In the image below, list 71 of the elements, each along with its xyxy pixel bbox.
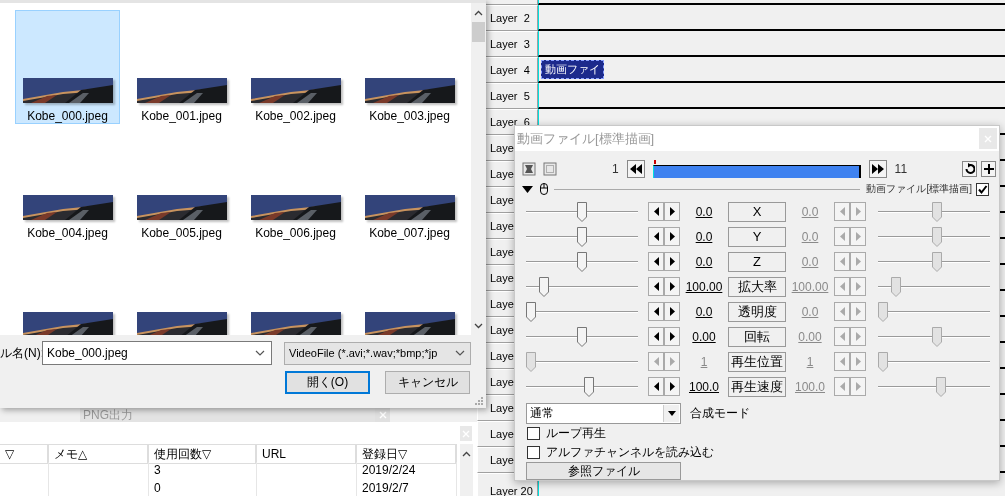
reference-file-button[interactable]: 参照ファイル xyxy=(526,462,681,480)
table-cell: 3 xyxy=(149,462,257,480)
layer-label: Layer 4 xyxy=(490,64,530,76)
filename-field[interactable]: Kobe_000.jpeg xyxy=(42,341,272,365)
column-header[interactable]: メモ△ xyxy=(49,444,149,464)
value-link[interactable]: 0.0 xyxy=(680,304,728,319)
file-name: Kobe_006.jpeg xyxy=(255,226,336,240)
column-header[interactable]: 使用回数▽ xyxy=(149,444,257,464)
layer-label: Laye xyxy=(490,246,514,258)
file-item[interactable]: Kobe_004.jpeg xyxy=(15,127,120,241)
parameter-button[interactable]: 再生速度 xyxy=(728,376,786,397)
layer-label: Laye xyxy=(490,194,514,206)
cancel-button[interactable]: キャンセル xyxy=(385,371,470,394)
layer-label: Laye xyxy=(490,220,514,232)
value-link[interactable]: 0.00 xyxy=(680,329,728,344)
parameter-button[interactable]: 回転 xyxy=(728,326,786,347)
checkbox-label: アルファチャンネルを読み込む xyxy=(546,444,714,461)
file-type-dropdown[interactable]: VideoFile (*.avi;*.wav;*bmp;*jp xyxy=(284,341,471,365)
layer-label: Laye xyxy=(490,324,514,336)
file-name: Kobe_000.jpeg xyxy=(27,109,108,123)
file-item[interactable]: Kobe_006.jpeg xyxy=(243,127,348,241)
parameter-button[interactable]: 再生位置 xyxy=(728,351,786,372)
layer-label: Laye xyxy=(490,376,514,388)
value-link[interactable]: 0.0 xyxy=(680,204,728,219)
end-frame: 11 xyxy=(894,161,908,176)
file-name: Kobe_007.jpeg xyxy=(369,226,450,240)
layer-label: Laye xyxy=(490,428,514,440)
file-name: Kobe_005.jpeg xyxy=(141,226,222,240)
start-frame: 1 xyxy=(611,161,619,176)
file-item[interactable]: Kobe_005.jpeg xyxy=(129,127,234,241)
column-header[interactable]: 登録日▽ xyxy=(357,444,457,464)
layer-label: Layer 3 xyxy=(490,38,530,50)
table-cell: 0 xyxy=(149,480,257,496)
column-header[interactable]: URL xyxy=(257,444,357,464)
field-label: ル名(N): xyxy=(0,344,40,362)
field-label: 合成モード xyxy=(690,405,750,422)
value-link[interactable]: 100.0 xyxy=(680,379,728,394)
timeline-clip[interactable]: 動画ファイ xyxy=(541,59,604,79)
value-link[interactable]: 100.00 xyxy=(680,279,728,294)
column-header[interactable]: ▽ xyxy=(0,444,49,464)
file-name: Kobe_002.jpeg xyxy=(255,109,336,123)
layer-label: Laye xyxy=(490,168,514,180)
layer-label: Laye xyxy=(490,272,514,284)
blend-mode-dropdown[interactable]: 通常 xyxy=(526,403,681,424)
file-item[interactable]: Kobe_001.jpeg xyxy=(129,10,234,124)
value-link[interactable]: 0.0 xyxy=(680,229,728,244)
table-cell: 2019/2/24 xyxy=(357,462,457,480)
layer-label: Laye xyxy=(490,350,514,362)
value-link[interactable]: 0.0 xyxy=(680,254,728,269)
file-item[interactable]: Kobe_002.jpeg xyxy=(243,10,348,124)
layer-label: Laye xyxy=(490,142,514,154)
layer-label: Laye xyxy=(490,298,514,310)
parameter-button[interactable]: 透明度 xyxy=(728,301,786,322)
file-name: Kobe_001.jpeg xyxy=(141,109,222,123)
layer-label: Layer 5 xyxy=(490,90,530,102)
object-name: 動画ファイル[標準描画] xyxy=(866,182,972,196)
file-name: Kobe_003.jpeg xyxy=(369,109,450,123)
layer-label: Layer 2 xyxy=(490,12,530,24)
parameter-button[interactable]: Y xyxy=(728,226,786,247)
file-item[interactable]: Kobe_003.jpeg xyxy=(357,10,462,124)
table-cell: 2019/2/7 xyxy=(357,480,457,496)
file-name: Kobe_004.jpeg xyxy=(27,226,108,240)
parameter-button[interactable]: Z xyxy=(728,251,786,272)
open-button[interactable]: 開く(O) xyxy=(285,371,370,394)
layer-label: Laye xyxy=(490,454,514,466)
layer-label: Laye xyxy=(490,402,514,414)
file-item[interactable]: Kobe_000.jpeg xyxy=(15,10,120,124)
file-item[interactable]: Kobe_007.jpeg xyxy=(357,127,462,241)
checkbox-label: ループ再生 xyxy=(546,425,606,442)
parameter-button[interactable]: 拡大率 xyxy=(728,276,786,297)
parameter-button[interactable]: X xyxy=(728,201,786,222)
